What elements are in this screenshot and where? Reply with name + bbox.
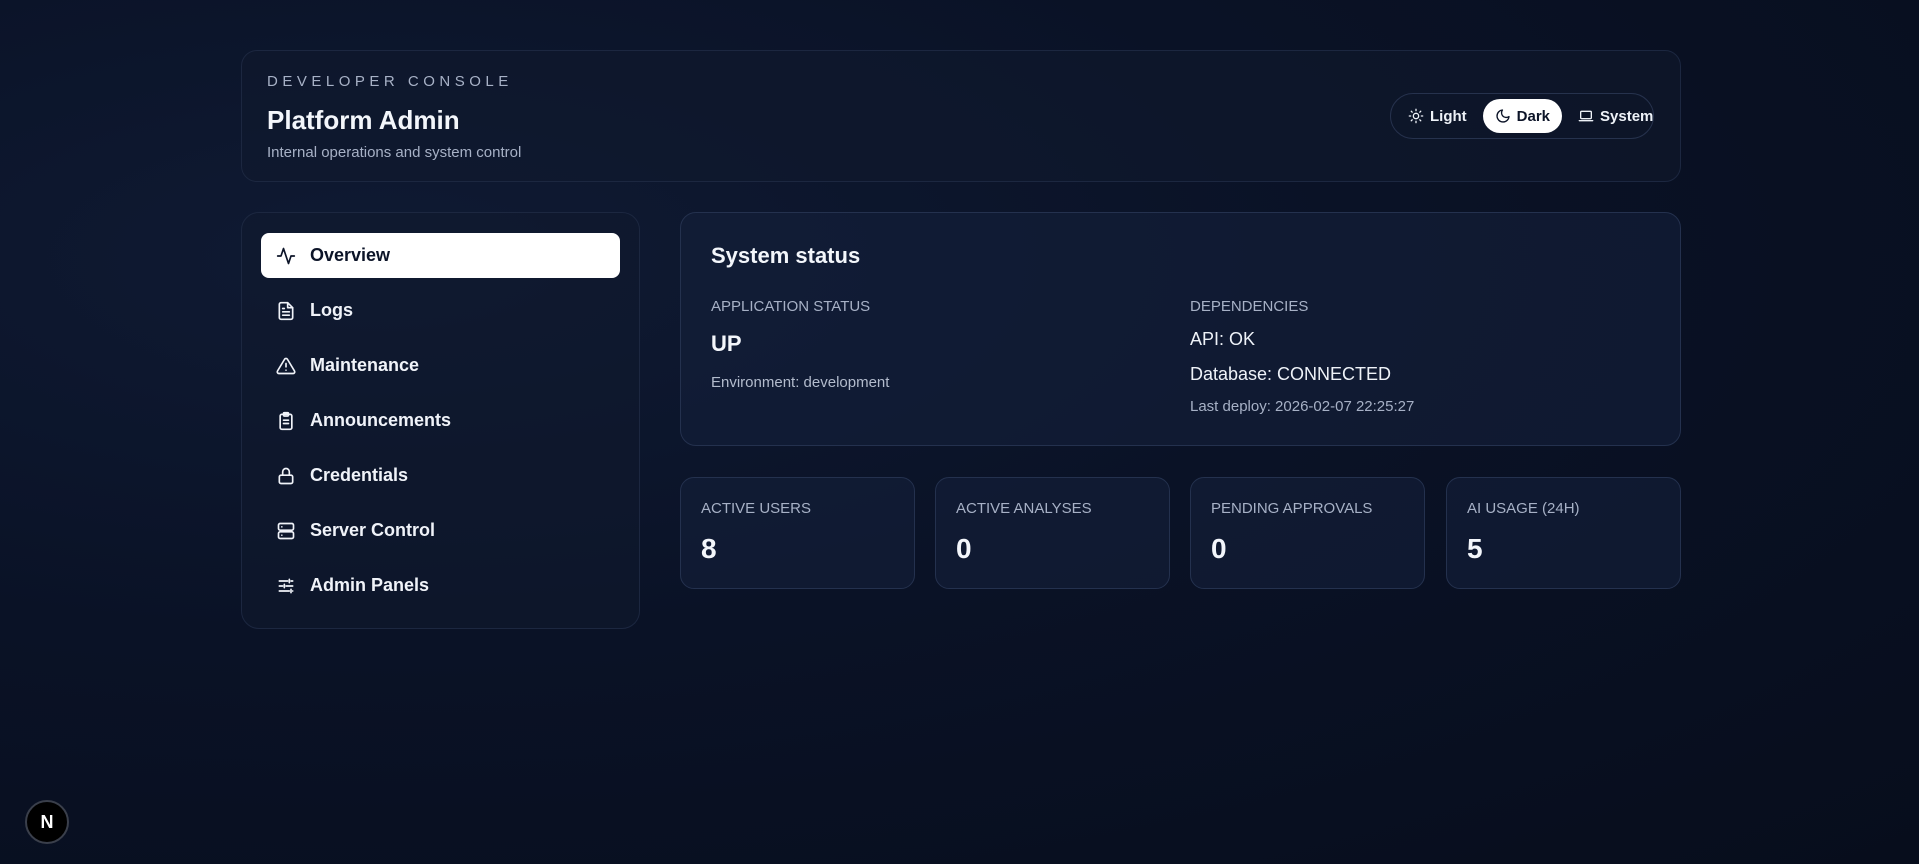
sidebar-item-overview[interactable]: Overview (261, 233, 620, 278)
application-status-value: UP (711, 331, 742, 356)
moon-icon (1496, 109, 1510, 123)
database-status: Database: CONNECTED (1190, 364, 1392, 384)
file-text-icon (278, 301, 294, 320)
sidebar-item-admin-panels[interactable]: Admin Panels (261, 563, 620, 608)
sliders-icon (278, 578, 294, 593)
theme-light-label: Light (1430, 107, 1467, 125)
clipboard-icon (279, 411, 293, 430)
metric-value: 0 (956, 533, 972, 564)
sidebar-item-label: Admin Panels (310, 575, 430, 595)
metric-card-active-users: ACTIVE USERS 8 (680, 477, 915, 589)
metric-label: PENDING APPROVALS (1211, 500, 1373, 517)
sidebar-item-label: Credentials (310, 465, 409, 485)
metric-value: 0 (1211, 533, 1227, 564)
theme-system-label: System (1600, 107, 1654, 125)
last-deploy-text: Last deploy: 2026-02-07 22:25:27 (1190, 398, 1415, 415)
lock-icon (278, 467, 294, 484)
dependencies-label: DEPENDENCIES (1190, 298, 1309, 315)
theme-light-button[interactable]: Light (1396, 99, 1479, 133)
sidebar-nav: Overview Logs Maintenance Announcements … (241, 212, 640, 629)
api-status: API: OK (1190, 329, 1256, 349)
sidebar-item-label: Maintenance (310, 355, 420, 375)
metric-label: ACTIVE USERS (701, 500, 812, 517)
sidebar-item-label: Server Control (310, 520, 436, 540)
sidebar-item-logs[interactable]: Logs (261, 288, 620, 333)
page-subtitle: Internal operations and system control (267, 144, 522, 161)
theme-toggle: Light Dark System (1390, 93, 1654, 139)
sun-icon (1408, 108, 1424, 124)
sidebar-item-label: Logs (310, 300, 353, 320)
activity-icon (276, 247, 296, 264)
metric-label: AI USAGE (24H) (1467, 500, 1580, 517)
sidebar-item-label: Announcements (310, 410, 452, 430)
sidebar-item-credentials[interactable]: Credentials (261, 453, 620, 498)
theme-dark-label: Dark (1516, 107, 1551, 125)
header-card: DEVELOPER CONSOLE Platform Admin Interna… (241, 50, 1681, 182)
metric-card-ai-usage: AI USAGE (24H) 5 (1446, 477, 1681, 589)
sidebar-item-server-control[interactable]: Server Control (261, 508, 620, 553)
sidebar-item-label: Overview (310, 245, 391, 265)
application-status-label: APPLICATION STATUS (711, 298, 871, 315)
sidebar-item-maintenance[interactable]: Maintenance (261, 343, 620, 388)
laptop-icon (1578, 110, 1594, 122)
metric-card-active-analyses: ACTIVE ANALYSES 0 (935, 477, 1170, 589)
metric-value: 5 (1467, 533, 1483, 564)
metric-card-pending-approvals: PENDING APPROVALS 0 (1190, 477, 1425, 589)
page-title: Platform Admin (267, 105, 460, 135)
system-status-card: System status APPLICATION STATUS UP Envi… (680, 212, 1681, 446)
theme-dark-button[interactable]: Dark (1482, 99, 1563, 133)
metric-label: ACTIVE ANALYSES (956, 500, 1092, 517)
next-dev-badge[interactable]: N (25, 800, 69, 844)
alert-triangle-icon (276, 357, 296, 374)
next-dev-badge-letter: N (40, 811, 54, 832)
metric-value: 8 (701, 533, 717, 564)
sidebar-item-announcements[interactable]: Announcements (261, 398, 620, 443)
theme-system-button[interactable]: System (1566, 99, 1665, 133)
console-eyebrow: DEVELOPER CONSOLE (267, 73, 513, 90)
system-status-title: System status (711, 243, 861, 268)
server-icon (277, 522, 295, 539)
environment-text: Environment: development (711, 374, 890, 391)
